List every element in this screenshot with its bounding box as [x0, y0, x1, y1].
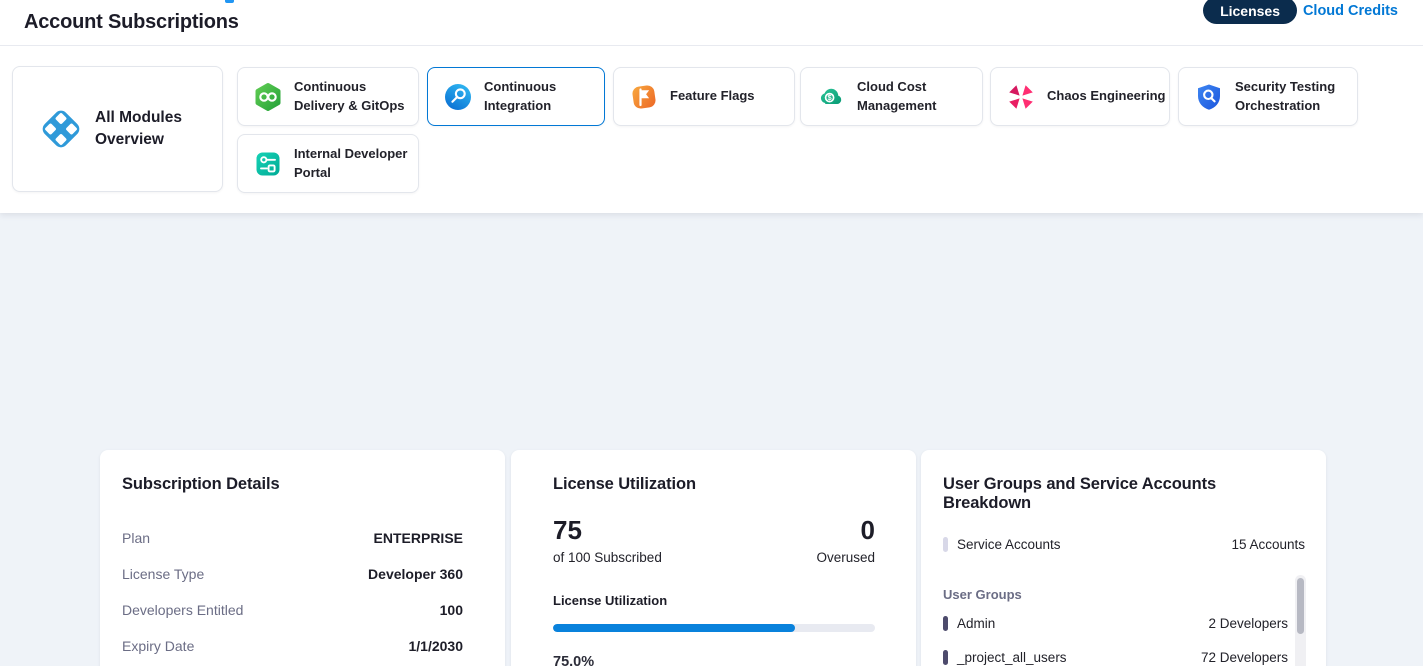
detail-label: Developers Entitled	[122, 602, 243, 618]
tab-cloud-credits[interactable]: Cloud Credits	[1303, 3, 1398, 19]
used-count: 75	[553, 516, 662, 545]
detail-value: 1/1/2030	[409, 638, 464, 654]
used-caption: of 100 Subscribed	[553, 550, 662, 565]
main-content-area: Subscription Details Plan ENTERPRISE Lic…	[0, 213, 1423, 666]
group-name: _project_all_users	[957, 650, 1067, 665]
module-card-chaos-engineering[interactable]: Chaos Engineering	[990, 67, 1170, 126]
overused-count: 0	[816, 516, 875, 545]
module-label: Continuous Integration	[484, 78, 604, 114]
cd-gitops-icon	[253, 82, 283, 112]
overused-stat: 0 Overused	[816, 516, 875, 565]
module-card-cloud-cost-management[interactable]: $ Cloud Cost Management	[800, 67, 983, 126]
chaos-engineering-icon	[1006, 82, 1036, 112]
ci-icon	[443, 82, 473, 112]
module-card-continuous-integration[interactable]: Continuous Integration	[427, 67, 605, 126]
license-utilization-card: License Utilization 75 of 100 Subscribed…	[511, 450, 916, 666]
detail-row-expiry-date: Expiry Date 1/1/2030	[122, 628, 463, 664]
user-groups-heading: User Groups	[943, 587, 1305, 602]
detail-row-developers-entitled: Developers Entitled 100	[122, 592, 463, 628]
license-utilization-title: License Utilization	[553, 475, 875, 494]
clipped-icon-fragment	[225, 0, 234, 3]
overused-caption: Overused	[816, 550, 875, 565]
module-label: Continuous Delivery & GitOps	[294, 78, 418, 114]
module-card-cd-gitops[interactable]: Continuous Delivery & GitOps	[237, 67, 419, 126]
module-card-feature-flags[interactable]: Feature Flags	[613, 67, 795, 126]
groups-scrollbar-track[interactable]	[1295, 575, 1306, 666]
detail-label: License Type	[122, 566, 204, 582]
subscribed-stat: 75 of 100 Subscribed	[553, 516, 662, 565]
group-marker	[943, 616, 948, 631]
detail-value: 100	[440, 602, 463, 618]
feature-flags-icon	[629, 82, 659, 112]
page-header: Account Subscriptions Licenses Cloud Cre…	[0, 0, 1423, 46]
groups-scrollbar-thumb[interactable]	[1297, 578, 1304, 634]
group-value: 2 Developers	[1208, 616, 1288, 631]
all-modules-icon	[38, 106, 84, 152]
license-utilization-bar-fill	[553, 624, 795, 632]
user-group-row: Admin 2 Developers	[943, 606, 1288, 640]
user-groups-list: Admin 2 Developers _project_all_users 72…	[943, 606, 1288, 666]
module-label: Security Testing Orchestration	[1235, 78, 1357, 114]
subscription-details-card: Subscription Details Plan ENTERPRISE Lic…	[100, 450, 505, 666]
cloud-cost-icon: $	[816, 82, 846, 112]
service-accounts-label: Service Accounts	[957, 537, 1061, 552]
module-label: Feature Flags	[670, 87, 755, 105]
account-subscriptions-page: Account Subscriptions Licenses Cloud Cre…	[0, 0, 1423, 666]
detail-label: Expiry Date	[122, 638, 194, 654]
utilization-percent: 75.0%	[553, 654, 875, 666]
service-accounts-marker	[943, 537, 948, 552]
module-label: Chaos Engineering	[1047, 87, 1165, 105]
tab-licenses[interactable]: Licenses	[1203, 0, 1297, 24]
module-label: Internal Developer Portal	[294, 145, 418, 181]
user-group-row: _project_all_users 72 Developers	[943, 640, 1288, 666]
group-value: 72 Developers	[1201, 650, 1288, 665]
service-accounts-row: Service Accounts 15 Accounts	[943, 527, 1305, 561]
service-accounts-value: 15 Accounts	[1231, 537, 1305, 552]
detail-label: Plan	[122, 530, 150, 546]
detail-value: Developer 360	[368, 566, 463, 582]
license-utilization-bar	[553, 624, 875, 632]
security-testing-icon	[1194, 82, 1224, 112]
internal-developer-portal-icon	[253, 149, 283, 179]
utilization-bar-label: License Utilization	[553, 593, 875, 608]
group-marker	[943, 650, 948, 665]
all-modules-overview-label: All Modules Overview	[95, 107, 195, 152]
breakdown-title: User Groups and Service Accounts Breakdo…	[943, 475, 1305, 513]
module-card-security-testing[interactable]: Security Testing Orchestration	[1178, 67, 1358, 126]
detail-row-plan: Plan ENTERPRISE	[122, 520, 463, 556]
subscription-details-title: Subscription Details	[122, 475, 463, 494]
detail-row-license-type: License Type Developer 360	[122, 556, 463, 592]
module-label: Cloud Cost Management	[857, 78, 982, 114]
group-name: Admin	[957, 616, 995, 631]
module-selector-band: All Modules Overview Continuous Delivery…	[0, 46, 1423, 213]
all-modules-overview-card[interactable]: All Modules Overview	[12, 66, 223, 192]
breakdown-card: User Groups and Service Accounts Breakdo…	[921, 450, 1326, 666]
module-card-internal-developer-portal[interactable]: Internal Developer Portal	[237, 134, 419, 193]
detail-value: ENTERPRISE	[374, 530, 463, 546]
page-title: Account Subscriptions	[24, 11, 239, 34]
